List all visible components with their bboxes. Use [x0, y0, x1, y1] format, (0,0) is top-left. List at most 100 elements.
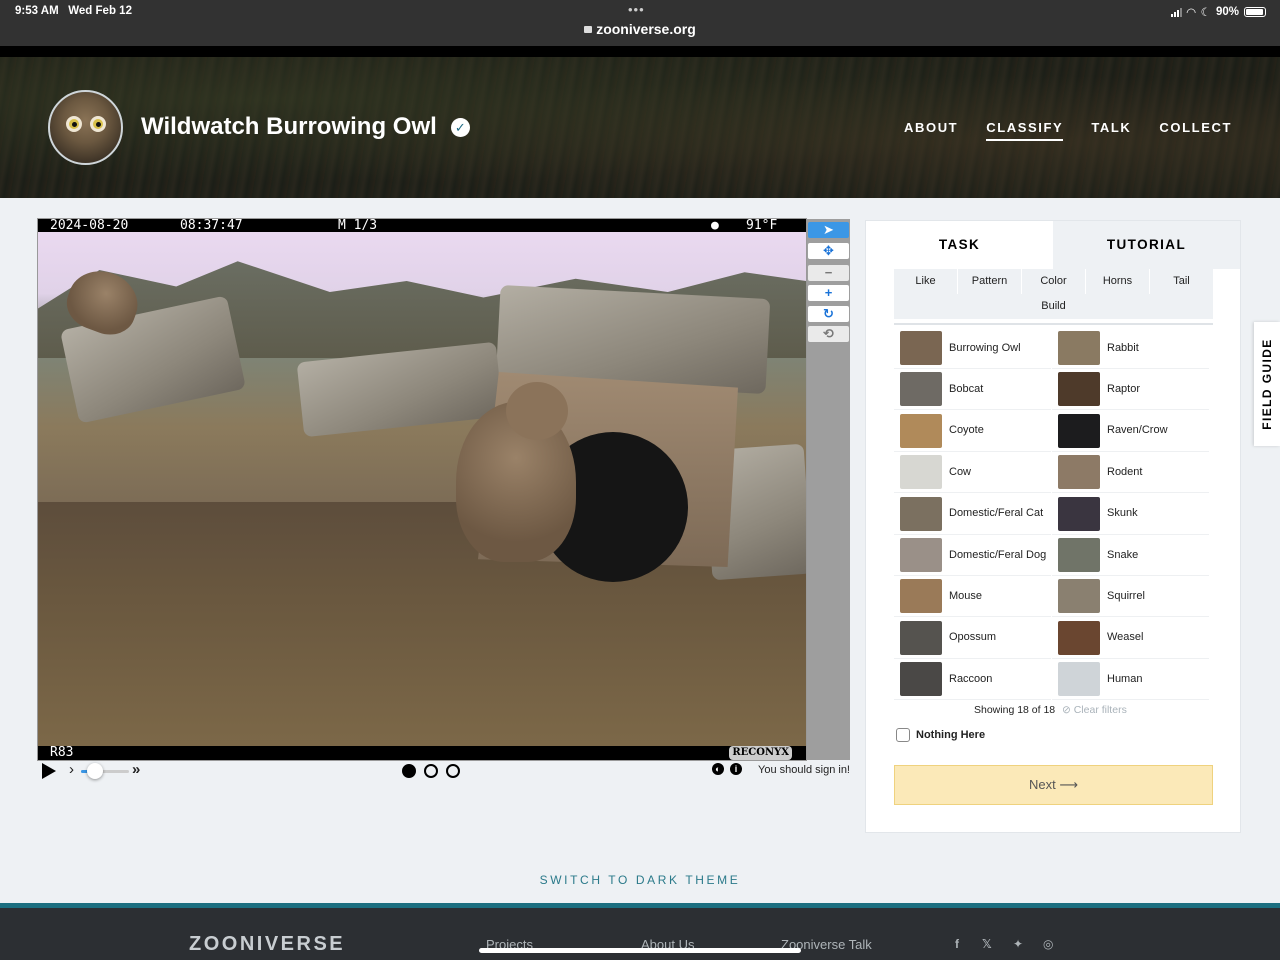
showing-count: Showing 18 of 18: [974, 704, 1056, 716]
speed-slider-handle[interactable]: [87, 763, 103, 779]
address-bar[interactable]: zooniverse.org: [0, 21, 1280, 37]
choice-weasel[interactable]: Weasel: [1052, 618, 1209, 659]
twitter-icon[interactable]: 𝕏: [982, 937, 992, 951]
choice-label: Raptor: [1107, 382, 1141, 395]
speed-faster-icon[interactable]: »: [132, 761, 140, 778]
owl-eye-right: [90, 116, 106, 132]
camera-temp: 91°F: [746, 218, 778, 233]
filter-tail[interactable]: Tail: [1150, 269, 1213, 294]
nav-about[interactable]: ABOUT: [904, 120, 958, 141]
checkbox-icon[interactable]: [896, 728, 910, 742]
reset-icon[interactable]: ⟲: [808, 326, 849, 342]
choice-squirrel[interactable]: Squirrel: [1052, 576, 1209, 618]
choice-cow[interactable]: Cow: [894, 452, 1051, 494]
nav-talk[interactable]: TALK: [1091, 120, 1131, 141]
pointer-icon[interactable]: ➤: [808, 222, 849, 238]
choice-thumbnail: [900, 455, 942, 490]
choice-domestic-feral-cat[interactable]: Domestic/Feral Cat: [894, 494, 1051, 535]
speed-slower-icon[interactable]: ›: [69, 761, 74, 778]
subject-viewer[interactable]: 2024-08-20 08:37:47 M 1/3 ● 91°F R83 REC…: [37, 218, 807, 761]
choice-raptor[interactable]: Raptor: [1052, 369, 1209, 411]
choice-thumbnail: [1058, 579, 1100, 614]
choice-label: Domestic/Feral Dog: [949, 548, 1047, 561]
project-avatar[interactable]: [48, 90, 123, 165]
tab-task[interactable]: TASK: [866, 221, 1053, 269]
owl-eye-left: [66, 116, 82, 132]
filter-horns[interactable]: Horns: [1086, 269, 1150, 294]
choice-label: Domestic/Feral Cat: [949, 507, 1044, 520]
choice-thumbnail: [900, 579, 942, 614]
choice-skunk[interactable]: Skunk: [1052, 494, 1209, 535]
choice-label: Raccoon: [949, 672, 993, 685]
tab-tutorial[interactable]: TUTORIAL: [1053, 221, 1240, 269]
camera-mode: M 1/3: [338, 218, 378, 233]
bluesky-icon[interactable]: ✦: [1013, 937, 1023, 951]
filter-color[interactable]: Color: [1022, 269, 1086, 294]
contrast-icon[interactable]: ◐: [712, 763, 724, 775]
filter-like[interactable]: Like: [894, 269, 958, 294]
camera-time: 08:37:47: [180, 218, 243, 233]
filter-bar: Like Pattern Color Horns Tail Build: [894, 269, 1213, 319]
choice-burrowing-owl[interactable]: Burrowing Owl: [894, 328, 1051, 369]
choice-label: Skunk: [1107, 507, 1138, 520]
signal-icon: [1170, 7, 1182, 17]
nav-classify[interactable]: CLASSIFY: [986, 120, 1064, 141]
pan-icon[interactable]: ✥: [808, 243, 849, 259]
choice-bobcat[interactable]: Bobcat: [894, 369, 1051, 411]
project-nav: ABOUT CLASSIFY TALK COLLECT: [904, 120, 1232, 141]
choice-label: Squirrel: [1107, 589, 1145, 602]
play-icon[interactable]: [42, 763, 56, 779]
frame-dot-3[interactable]: [446, 764, 460, 778]
choice-mouse[interactable]: Mouse: [894, 576, 1051, 618]
task-panel: TASK TUTORIAL Like Pattern Color Horns T…: [865, 220, 1241, 833]
choice-thumbnail: [1058, 496, 1100, 531]
owl-head: [506, 382, 568, 440]
filter-build[interactable]: Build: [894, 294, 1213, 319]
next-button[interactable]: Next ⟶: [894, 765, 1213, 805]
choice-domestic-feral-dog[interactable]: Domestic/Feral Dog: [894, 535, 1051, 576]
project-title[interactable]: Wildwatch Burrowing Owl ✓: [141, 113, 470, 141]
sign-in-notice[interactable]: You should sign in!: [758, 764, 850, 776]
choice-snake[interactable]: Snake: [1052, 535, 1209, 576]
filter-pattern[interactable]: Pattern: [958, 269, 1022, 294]
choice-thumbnail: [1058, 413, 1100, 448]
dark-theme-toggle[interactable]: SWITCH TO DARK THEME: [0, 873, 1280, 887]
choice-raccoon[interactable]: Raccoon: [894, 659, 1051, 701]
choice-thumbnail: [1058, 372, 1100, 407]
camera-info-bar: 2024-08-20 08:37:47 M 1/3 ● 91°F: [38, 219, 806, 232]
moon-icon: ☾: [1200, 7, 1211, 19]
frame-dot-1[interactable]: [402, 764, 416, 778]
zoom-out-icon[interactable]: −: [808, 265, 849, 281]
viewer-toolbar: ➤ ✥ − + ↻ ⟲: [807, 219, 850, 760]
zoom-in-icon[interactable]: +: [808, 285, 849, 301]
field-guide-tab[interactable]: FIELD GUIDE: [1254, 322, 1280, 446]
choice-coyote[interactable]: Coyote: [894, 411, 1051, 452]
divider: [894, 323, 1213, 325]
choice-thumbnail: [1058, 620, 1100, 655]
info-icon[interactable]: i: [730, 763, 742, 775]
nothing-here-checkbox[interactable]: Nothing Here: [896, 728, 985, 742]
choice-rodent[interactable]: Rodent: [1052, 452, 1209, 494]
field-guide-label: FIELD GUIDE: [1260, 338, 1274, 430]
zooniverse-logo[interactable]: ZOONIVERSE: [189, 933, 345, 956]
choice-raven-crow[interactable]: Raven/Crow: [1052, 411, 1209, 452]
tab-menu-icon[interactable]: •••: [628, 2, 645, 17]
home-indicator: [479, 948, 801, 953]
instagram-icon[interactable]: ◎: [1043, 937, 1053, 951]
lock-icon: [584, 26, 593, 33]
choice-label: Weasel: [1107, 631, 1144, 644]
clear-filters-button[interactable]: ⊘ Clear filters: [1062, 704, 1127, 716]
battery-icon: [1244, 7, 1266, 17]
rotate-icon[interactable]: ↻: [808, 306, 849, 322]
choice-label: Raven/Crow: [1107, 424, 1168, 437]
nav-collect[interactable]: COLLECT: [1159, 120, 1232, 141]
frame-dot-2[interactable]: [424, 764, 438, 778]
choice-opossum[interactable]: Opossum: [894, 618, 1051, 659]
status-time: 9:53 AM Wed Feb 12: [15, 5, 132, 17]
choice-rabbit[interactable]: Rabbit: [1052, 328, 1209, 369]
facebook-icon[interactable]: f: [955, 937, 959, 951]
moon-phase-icon: ●: [711, 218, 719, 233]
choice-human[interactable]: Human: [1052, 659, 1209, 701]
choice-thumbnail: [1058, 331, 1100, 365]
choice-label: Rodent: [1107, 465, 1143, 478]
